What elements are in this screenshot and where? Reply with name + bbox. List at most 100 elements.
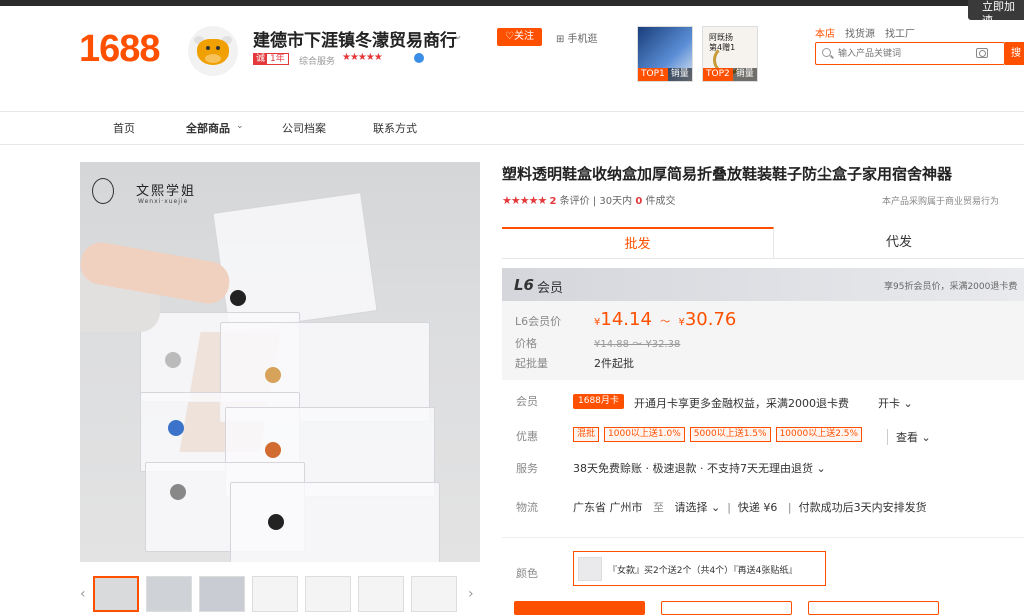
chevron-left-icon[interactable]: ‹ <box>80 586 86 602</box>
avatar-eye <box>206 46 210 50</box>
avatar-eye <box>216 46 220 50</box>
top-bar <box>0 0 1024 6</box>
verified-icon <box>414 53 424 63</box>
search-input[interactable] <box>838 46 968 61</box>
price-range-sep: ～ <box>657 317 674 328</box>
shoe-box <box>230 482 440 562</box>
ship-note: 付款成功后3天内安排发货 <box>798 501 927 514</box>
thumbnail[interactable] <box>252 576 298 612</box>
sales-period: 30天内 <box>599 196 633 207</box>
member-header: L6 会员 享95折会员价，采满2000退卡费 <box>502 268 1024 301</box>
moq-label: 起批量 <box>515 357 548 370</box>
accelerate-button[interactable]: 立即加速 <box>968 0 1024 20</box>
product-title: 塑料透明鞋盒收纳盒加厚简易折叠放鞋装鞋子防尘盒子家用宿舍神器 <box>502 165 953 183</box>
box-hole <box>268 514 284 530</box>
divider <box>502 537 1024 538</box>
thumbnail[interactable] <box>305 576 351 612</box>
tab-dropship[interactable]: 代发 <box>774 227 1024 259</box>
follow-button[interactable]: ♡关注 <box>497 28 542 46</box>
logistics-row-label: 物流 <box>516 501 538 514</box>
thumbnail[interactable] <box>358 576 404 612</box>
search-tab-factory[interactable]: 找工厂 <box>885 25 915 40</box>
color-thumb <box>578 557 602 581</box>
box-hole <box>265 367 281 383</box>
sales-count: 0 <box>635 196 643 207</box>
price-label: 价格 <box>515 337 537 350</box>
chevron-right-icon[interactable]: › <box>468 586 474 602</box>
buy-button[interactable] <box>808 601 939 615</box>
brand-sub: Wenxi·xuejie <box>138 198 189 205</box>
member-label: 会员 <box>537 281 564 296</box>
thumbnail[interactable] <box>411 576 457 612</box>
thumbnail-strip: ‹ › <box>80 576 480 612</box>
box-hole <box>168 420 184 436</box>
price-box: L6 会员 享95折会员价，采满2000退卡费 L6会员价 ¥14.14 ～ ¥… <box>502 268 1024 380</box>
search-box <box>815 42 1005 65</box>
thumbnail[interactable] <box>146 576 192 612</box>
search-tab-this-shop[interactable]: 本店 <box>815 25 835 40</box>
purchase-note: 本产品采购属于商业贸易行为 <box>882 197 1000 207</box>
shop-avatar[interactable] <box>188 26 238 76</box>
tab-wholesale[interactable]: 批发 <box>502 227 774 259</box>
reviews-count[interactable]: 2 <box>550 196 557 207</box>
open-card-button[interactable]: 开卡 ⌄ <box>878 395 913 411</box>
coupon-tag: 混批 <box>573 427 600 442</box>
original-price: ¥14.88 ～ ¥32.38 <box>594 339 681 350</box>
top1-badge-label: 销量 <box>667 68 692 81</box>
service-label: 综合服务 <box>299 57 336 67</box>
top2-badge-label: 销量 <box>732 68 757 81</box>
search-tab-sources[interactable]: 找货源 <box>845 25 875 40</box>
coupon-list: 混批 1000以上送1.0% 5000以上送1.5% 10000以上送2.5% <box>573 427 863 442</box>
color-option[interactable]: 『女款』买2个送2个（共4个）『再送4张贴纸』 <box>573 551 826 586</box>
reviews-label[interactable]: 条评价 <box>560 196 590 207</box>
site-logo[interactable]: 1688 <box>79 28 161 71</box>
service-text[interactable]: 38天免费赊账 · 极速退款 · 不支持7天无理由退货 ⌄ <box>573 460 826 476</box>
service-row-label: 服务 <box>516 462 538 475</box>
box-hole <box>165 352 181 368</box>
thumbnail[interactable] <box>199 576 245 612</box>
moq-value: 2件起批 <box>594 357 634 370</box>
shoe-box-open-lid <box>212 192 378 332</box>
logistics-info: 广东省 广州市 至 请选择 ⌄ | 快递 ¥6 | 付款成功后3天内安排发货 <box>573 499 927 515</box>
top2-badge-rank: TOP2 <box>703 68 733 81</box>
nav-all-products[interactable]: 全部商品 <box>186 120 230 136</box>
box-hole <box>170 484 186 500</box>
top1-badge: TOP1 销量 <box>638 68 692 81</box>
destination-select[interactable]: 请选择 ⌄ <box>675 501 721 514</box>
product-main-image[interactable]: 文熙学姐 Wenxi·xuejie <box>80 162 480 562</box>
camera-icon[interactable] <box>976 48 988 58</box>
coupon-tag: 5000以上送1.5% <box>689 427 771 442</box>
order-button[interactable] <box>514 601 645 615</box>
search-tabs: 本店 找货源 找工厂 <box>815 25 915 40</box>
ship-origin: 广东省 广州市 <box>573 501 643 514</box>
member-price-label: L6会员价 <box>515 315 562 328</box>
avatar-nose <box>205 54 221 63</box>
nav-contact[interactable]: 联系方式 <box>373 120 417 136</box>
brand-logo-icon <box>92 178 114 204</box>
view-discounts-button[interactable]: 查看 ⌄ <box>887 429 931 445</box>
coupon-tag: 10000以上送2.5% <box>775 427 863 442</box>
nav-home[interactable]: 首页 <box>113 120 135 136</box>
box-hole <box>265 442 281 458</box>
price-high: 30.76 <box>684 309 737 330</box>
rating-row: ★★★★★ 2 条评价 | 30天内 0 件成交 <box>502 192 675 207</box>
top1-product-thumb[interactable]: TOP1 销量 <box>637 26 693 82</box>
nav-company-profile[interactable]: 公司档案 <box>282 120 326 136</box>
color-option-label: 『女款』买2个送2个（共4个）『再送4张贴纸』 <box>608 566 798 576</box>
search-button[interactable]: 搜索 <box>1005 42 1024 65</box>
thumbnail[interactable] <box>93 576 139 612</box>
member-price: ¥14.14 ～ ¥30.76 <box>594 309 736 330</box>
brand-text: 文熙学姐 <box>136 184 197 199</box>
chevron-down-icon[interactable]: ⌄ <box>453 28 463 42</box>
color-row-label: 颜色 <box>516 567 538 580</box>
search-icon <box>822 48 831 57</box>
nav-divider <box>0 144 1024 145</box>
price-low: 14.14 <box>600 309 652 330</box>
chevron-down-icon[interactable]: ⌄ <box>236 121 244 131</box>
mobile-link[interactable]: ⊞ 手机逛 <box>556 30 598 45</box>
top2-product-thumb[interactable]: 阿既扬 第4赠1 TOP2 销量 <box>702 26 758 82</box>
member-level: L6 <box>514 276 534 294</box>
shop-name[interactable]: 建德市下涯镇冬濛贸易商行 <box>253 26 457 51</box>
cart-button[interactable] <box>661 601 792 615</box>
year-badge-prefix: 诚 <box>254 54 268 64</box>
